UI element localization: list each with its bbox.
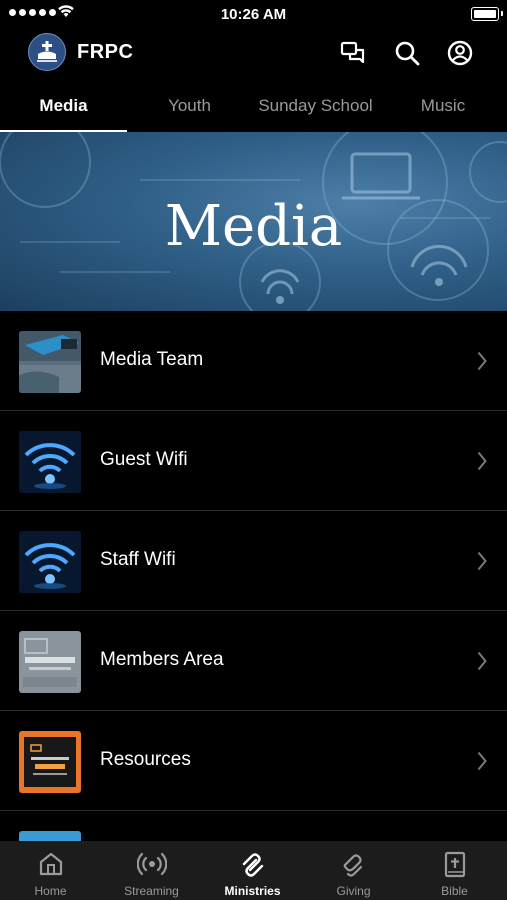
nav-label: Giving bbox=[336, 884, 371, 898]
church-logo[interactable] bbox=[28, 33, 66, 71]
chevron-right-icon bbox=[477, 551, 487, 571]
chevron-right-icon bbox=[477, 351, 487, 371]
nav-ministries[interactable]: Ministries bbox=[202, 841, 303, 900]
ministry-list: Media Team Guest Wifi Staff Wifi Members… bbox=[0, 311, 507, 811]
app-header: FRPC bbox=[0, 28, 507, 78]
tab-youth[interactable]: Youth bbox=[127, 88, 252, 132]
ministries-icon bbox=[242, 853, 263, 877]
nav-giving[interactable]: Giving bbox=[303, 841, 404, 900]
hero-title: Media bbox=[164, 194, 343, 259]
list-item-label: Media Team bbox=[100, 349, 204, 370]
bible-icon bbox=[444, 851, 465, 878]
chevron-right-icon bbox=[477, 451, 487, 471]
nav-bible[interactable]: Bible bbox=[404, 841, 505, 900]
tab-sunday-school[interactable]: Sunday School bbox=[252, 88, 379, 132]
battery-icon bbox=[471, 7, 503, 21]
streaming-icon bbox=[136, 852, 167, 876]
list-item-label: Members Area bbox=[100, 649, 224, 670]
nav-streaming[interactable]: Streaming bbox=[101, 841, 202, 900]
list-item-label: Guest Wifi bbox=[100, 449, 188, 470]
nav-label: Bible bbox=[441, 884, 468, 898]
next-item-thumbnail-partial bbox=[19, 831, 81, 841]
list-item-members-area[interactable]: Members Area bbox=[0, 611, 507, 711]
giving-icon bbox=[343, 854, 362, 877]
nav-label: Home bbox=[34, 884, 67, 898]
nav-label: Streaming bbox=[124, 884, 179, 898]
list-item-label: Staff Wifi bbox=[100, 549, 176, 570]
list-item-media-team[interactable]: Media Team bbox=[0, 311, 507, 411]
chevron-right-icon bbox=[477, 751, 487, 771]
home-icon bbox=[39, 852, 62, 876]
guest-wifi-thumbnail bbox=[19, 431, 81, 493]
bottom-navigation: Home Streaming Ministries Giving Bible bbox=[0, 841, 507, 900]
tab-media[interactable]: Media bbox=[0, 88, 127, 132]
resources-thumbnail bbox=[19, 731, 81, 793]
nav-home[interactable]: Home bbox=[0, 841, 101, 900]
nav-label: Ministries bbox=[224, 884, 281, 898]
list-item-guest-wifi[interactable]: Guest Wifi bbox=[0, 411, 507, 511]
media-team-thumbnail bbox=[19, 331, 81, 393]
tab-bar: Media Youth Sunday School Music bbox=[0, 88, 507, 133]
church-logo-icon bbox=[37, 41, 57, 62]
list-item-staff-wifi[interactable]: Staff Wifi bbox=[0, 511, 507, 611]
account-icon[interactable] bbox=[445, 38, 475, 68]
list-item-resources[interactable]: Resources bbox=[0, 711, 507, 811]
app-title: FRPC bbox=[77, 41, 134, 63]
hero-banner: Media bbox=[0, 132, 507, 311]
status-time: 10:26 AM bbox=[220, 6, 287, 23]
staff-wifi-thumbnail bbox=[19, 531, 81, 593]
search-icon[interactable] bbox=[392, 38, 422, 68]
status-bar: 10:26 AM bbox=[0, 0, 507, 28]
tab-music[interactable]: Music bbox=[379, 88, 507, 132]
members-area-thumbnail bbox=[19, 631, 81, 693]
chat-icon[interactable] bbox=[338, 38, 368, 68]
chevron-right-icon bbox=[477, 651, 487, 671]
list-item-label: Resources bbox=[100, 749, 191, 770]
